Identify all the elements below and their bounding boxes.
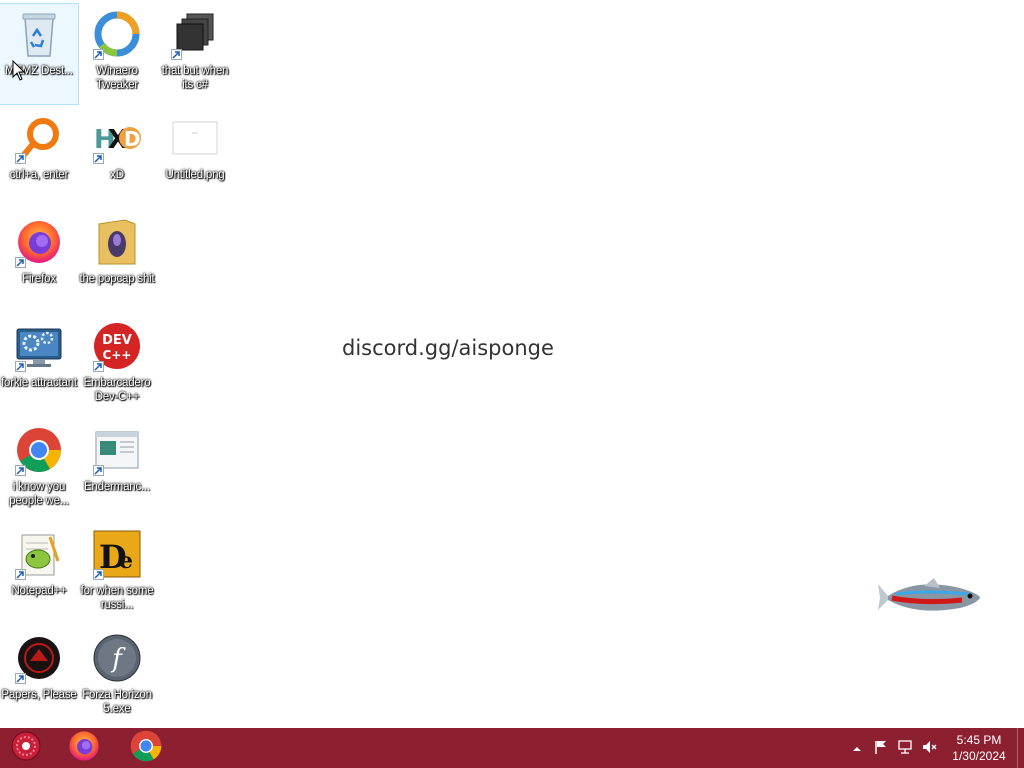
- shortcut-arrow-icon: [15, 153, 26, 164]
- desktop-icon-winaero[interactable]: Winaero Tweaker: [78, 4, 156, 104]
- shortcut-arrow-icon: [15, 257, 26, 268]
- shortcut-arrow-icon: [93, 49, 104, 60]
- winaero-tweaker-icon: [91, 8, 143, 60]
- chevron-up-icon: [852, 741, 862, 756]
- hxd-icon: H X D: [91, 112, 143, 164]
- volume-button[interactable]: [917, 728, 941, 768]
- icon-label: Firefox: [22, 273, 56, 285]
- desktop-icon-csharp[interactable]: that but when its c#: [156, 4, 234, 104]
- desktop-icon-endermanc[interactable]: Endermanc...: [78, 420, 156, 520]
- chrome-icon: [130, 730, 162, 767]
- desktop-icon-firefox[interactable]: Firefox: [0, 212, 78, 312]
- shortcut-arrow-icon: [15, 673, 26, 684]
- magnifier-icon: [13, 112, 65, 164]
- firefox-icon: [13, 216, 65, 268]
- icon-label: Endermanc...: [84, 481, 150, 493]
- icon-label: for when some russi...: [80, 585, 154, 611]
- svg-text:e: e: [119, 548, 133, 574]
- taskbar-firefox-button[interactable]: [58, 728, 110, 768]
- start-orb-icon: [10, 730, 42, 767]
- flash-icon: f: [91, 632, 143, 684]
- desktop-icon-chrome[interactable]: i know you people we...: [0, 420, 78, 520]
- papers-please-icon: [13, 632, 65, 684]
- desktop-icon-forza[interactable]: f Forza Horizon 5.exe: [78, 628, 156, 728]
- desktop-icon-memz[interactable]: MEMZ Dest...: [0, 3, 79, 105]
- svg-text:C++: C++: [103, 348, 132, 362]
- desktop-icon-xd[interactable]: H X D xD: [78, 108, 156, 208]
- system-tray: 5:45 PM 1/30/2024: [845, 728, 1024, 768]
- start-button[interactable]: [0, 728, 52, 768]
- network-icon: [897, 739, 913, 758]
- volume-muted-icon: [921, 739, 937, 758]
- desktop-icon-papers-please[interactable]: Papers, Please: [0, 628, 78, 728]
- mouse-cursor-icon: [12, 59, 26, 87]
- icon-label: Untitled.png: [165, 169, 225, 181]
- clock[interactable]: 5:45 PM 1/30/2024: [941, 732, 1017, 764]
- image-file-icon: [169, 112, 221, 164]
- desktop-icon-devcpp[interactable]: DEV C++ Embarcadero Dev-C++: [78, 316, 156, 416]
- recycle-bin-icon: [13, 8, 65, 60]
- show-hidden-icons-button[interactable]: [845, 728, 869, 768]
- desktop-icon-de[interactable]: D e for when some russi...: [78, 524, 156, 624]
- icon-label: forkie attractant: [1, 377, 77, 389]
- notepadpp-icon: [13, 528, 65, 580]
- firefox-icon: [68, 730, 100, 767]
- desktop-icon-popcap[interactable]: the popcap shit: [78, 212, 156, 312]
- icon-label: that but when its c#: [161, 65, 229, 91]
- flag-icon: [873, 739, 889, 758]
- stack-icon: [169, 8, 221, 60]
- desktop-watermark-text: discord.gg/aisponge: [342, 336, 554, 360]
- show-desktop-button[interactable]: [1017, 728, 1024, 768]
- de-icon: D e: [91, 528, 143, 580]
- shortcut-arrow-icon: [93, 465, 104, 476]
- shortcut-arrow-icon: [93, 361, 104, 372]
- fish-icon: [876, 574, 984, 623]
- icon-label: Embarcadero Dev-C++: [83, 377, 151, 403]
- svg-text:D: D: [124, 127, 141, 151]
- clock-time: 5:45 PM: [956, 733, 1002, 747]
- shortcut-arrow-icon: [15, 361, 26, 372]
- window-icon: [91, 424, 143, 476]
- computer-gear-icon: [13, 320, 65, 372]
- svg-text:DEV: DEV: [102, 333, 132, 348]
- desktop-icon-ctrl-a[interactable]: ctrl+a, enter: [0, 108, 78, 208]
- devcpp-icon: DEV C++: [91, 320, 143, 372]
- icon-label: Forza Horizon 5.exe: [82, 689, 152, 715]
- taskbar-chrome-button[interactable]: [120, 728, 172, 768]
- action-center-flag-button[interactable]: [869, 728, 893, 768]
- clock-date: 1/30/2024: [952, 749, 1006, 763]
- desktop[interactable]: MEMZ Dest... ctrl+a, enter Firefox forki…: [0, 0, 1024, 728]
- icon-label: xD: [110, 169, 124, 181]
- shortcut-arrow-icon: [15, 465, 26, 476]
- network-button[interactable]: [893, 728, 917, 768]
- icon-label: Winaero Tweaker: [95, 65, 139, 91]
- shortcut-arrow-icon: [93, 569, 104, 580]
- icon-label: the popcap shit: [79, 273, 155, 285]
- shortcut-arrow-icon: [93, 153, 104, 164]
- icon-label: Notepad++: [11, 585, 67, 597]
- shortcut-arrow-icon: [171, 49, 182, 60]
- icon-label: ctrl+a, enter: [9, 169, 69, 181]
- desktop-icon-untitled-png[interactable]: Untitled.png: [156, 108, 234, 208]
- chrome-icon: [13, 424, 65, 476]
- desktop-icon-forkie[interactable]: forkie attractant: [0, 316, 78, 416]
- icon-label: i know you people we...: [9, 481, 69, 507]
- desktop-icon-notepadpp[interactable]: Notepad++: [0, 524, 78, 624]
- shortcut-arrow-icon: [15, 569, 26, 580]
- folder-icon: [91, 216, 143, 268]
- icon-label: Papers, Please: [1, 689, 77, 701]
- taskbar: 5:45 PM 1/30/2024: [0, 728, 1024, 768]
